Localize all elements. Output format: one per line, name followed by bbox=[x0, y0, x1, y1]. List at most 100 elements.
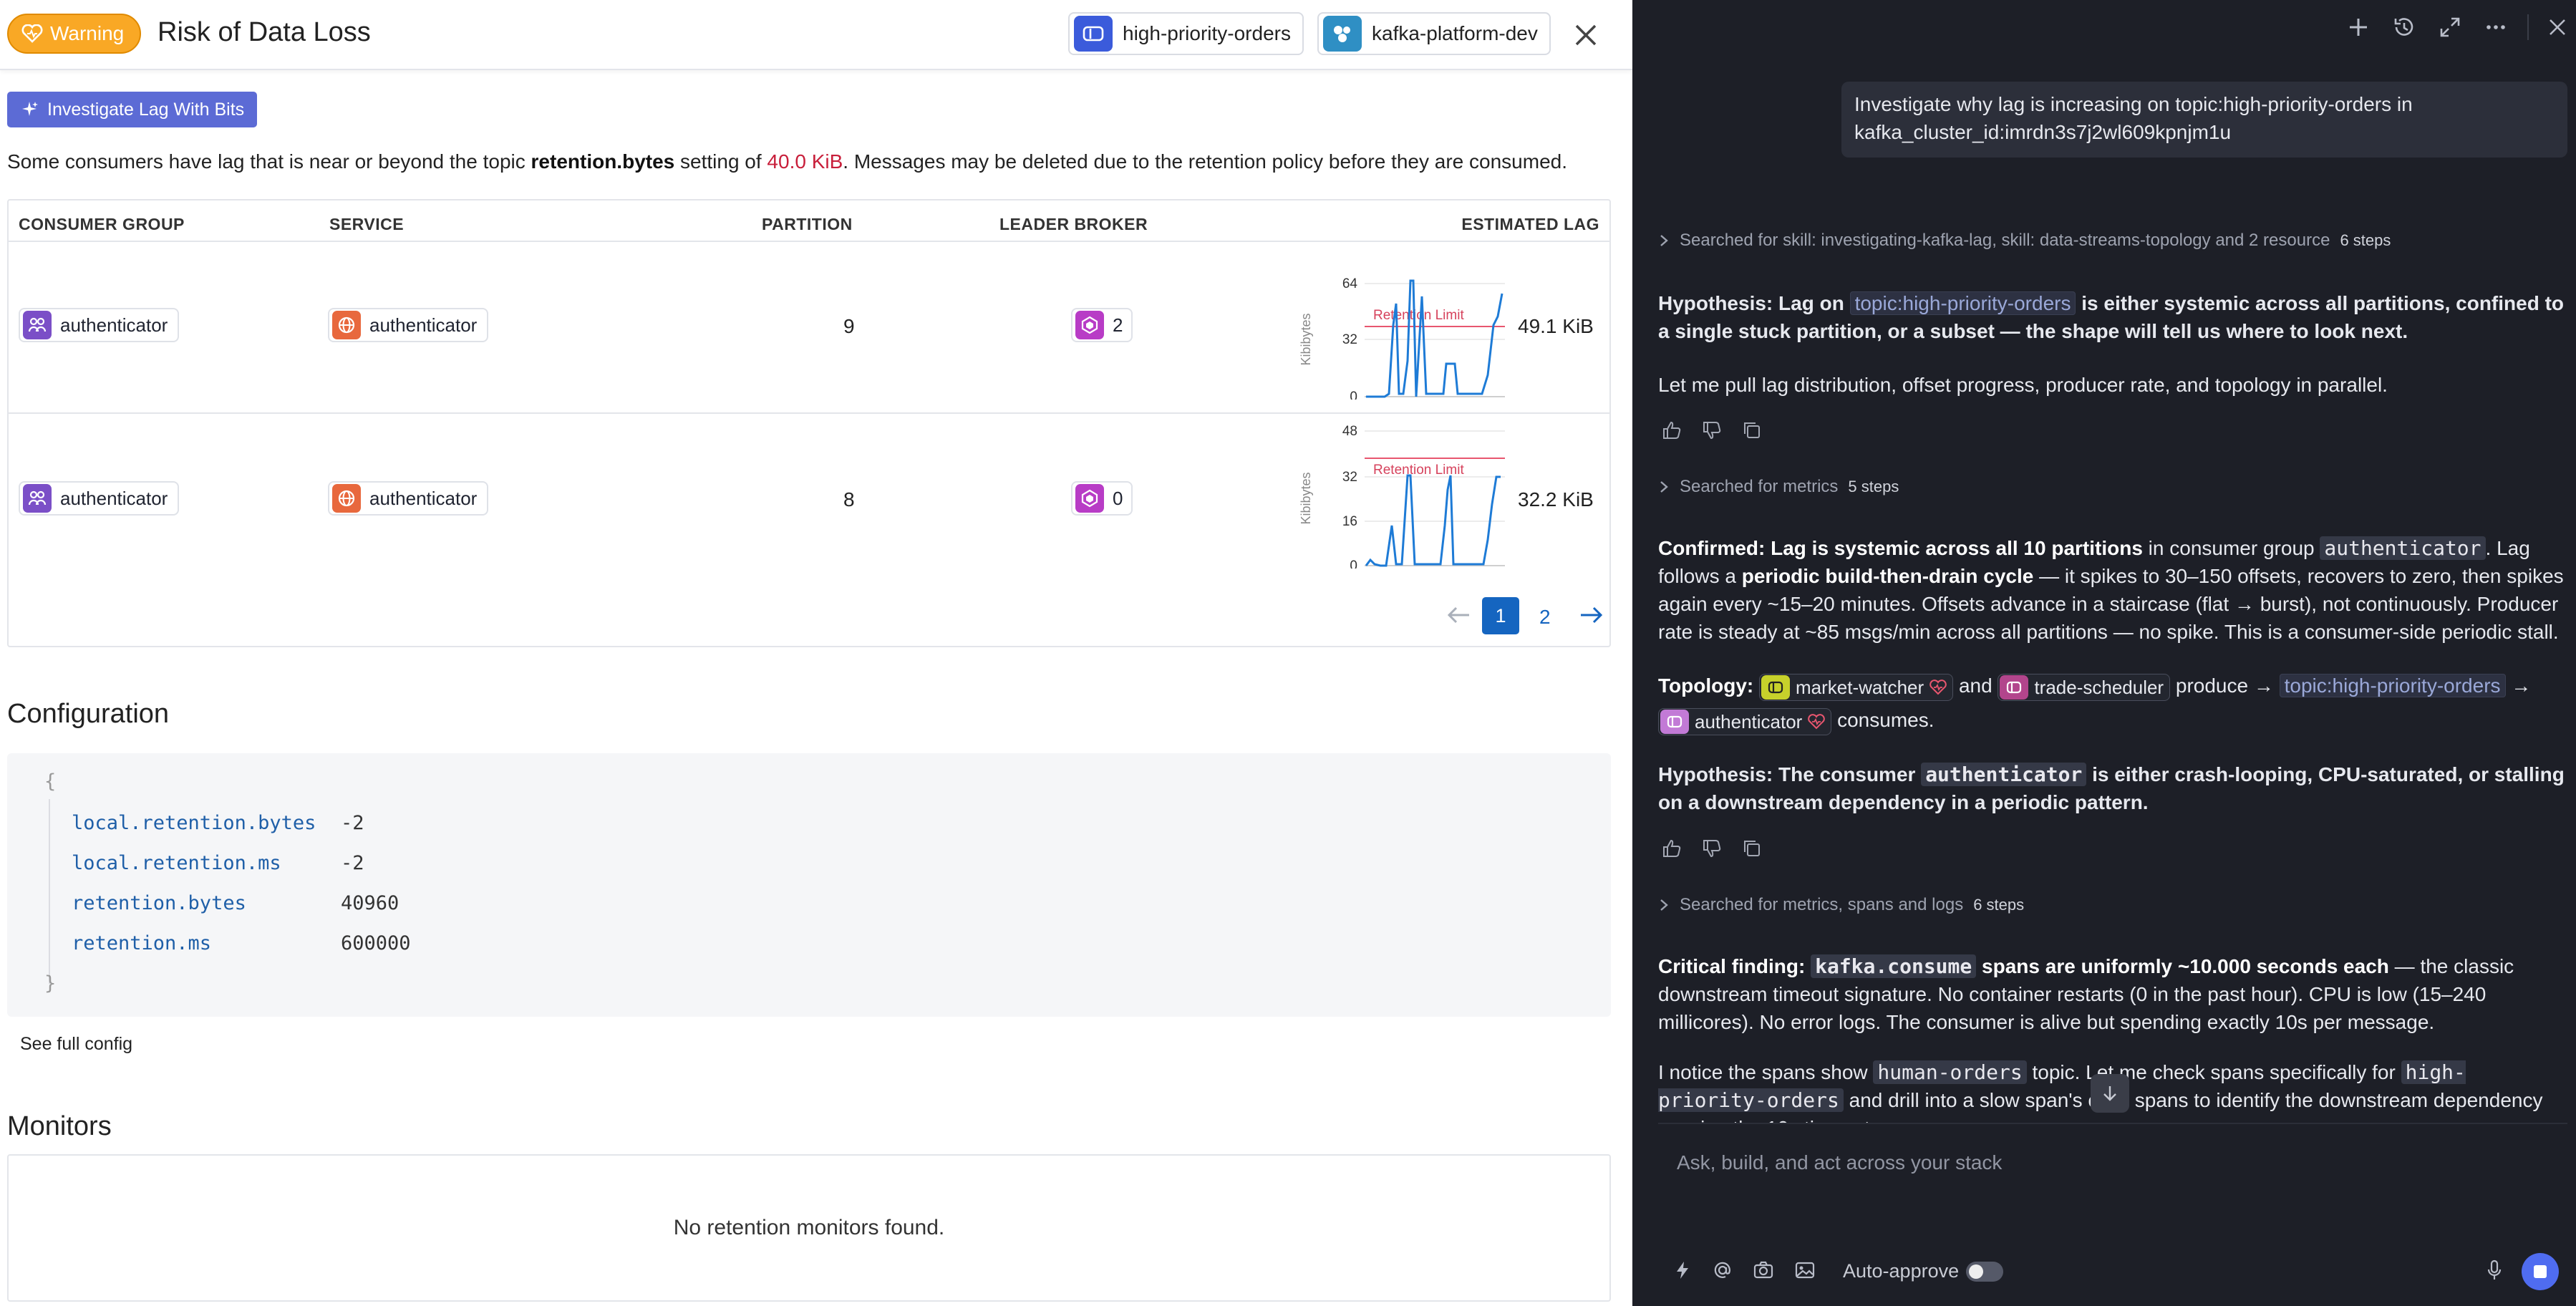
next-page-icon[interactable] bbox=[1578, 604, 1604, 626]
service-chip-label: trade-scheduler bbox=[2034, 676, 2164, 698]
service-name: authenticator bbox=[369, 314, 478, 336]
empty-message: No retention monitors found. bbox=[673, 1216, 945, 1239]
close-icon[interactable] bbox=[1568, 17, 1604, 53]
broker-pill[interactable]: 2 bbox=[1071, 308, 1133, 342]
close-panel-icon[interactable] bbox=[2543, 13, 2572, 42]
page-2-button[interactable]: 2 bbox=[1539, 606, 1551, 629]
config-open-brace: { bbox=[44, 770, 57, 793]
hypothesis-2: Hypothesis: The consumer authenticator i… bbox=[1658, 760, 2566, 816]
feedback-row bbox=[1661, 420, 1763, 441]
page-title: Risk of Data Loss bbox=[158, 17, 371, 47]
confirmed-finding: Confirmed: Lag is systemic across all 10… bbox=[1658, 534, 2566, 646]
col-leader-broker[interactable]: LEADER BROKER bbox=[999, 215, 1148, 234]
feedback-row bbox=[1661, 838, 1763, 859]
investigate-lag-button[interactable]: Investigate Lag With Bits bbox=[7, 92, 258, 127]
y-tick-label: 0 bbox=[1350, 390, 1357, 400]
new-chat-icon[interactable] bbox=[2344, 13, 2373, 42]
chevron-right-icon bbox=[1660, 481, 1668, 493]
stop-button[interactable] bbox=[2522, 1253, 2559, 1290]
history-icon[interactable] bbox=[2390, 13, 2418, 42]
config-value: -2 bbox=[341, 852, 364, 874]
toggle-knob bbox=[1969, 1264, 1983, 1279]
cluster-icon bbox=[1323, 16, 1362, 52]
notice-text: topic. Let me check spans specifically f… bbox=[2026, 1061, 2401, 1083]
chevron-right-icon bbox=[1660, 235, 1668, 246]
topic-tag[interactable]: topic:high-priority-orders bbox=[1849, 291, 2076, 315]
y-tick-label: 16 bbox=[1342, 514, 1357, 529]
col-consumer-group[interactable]: CONSUMER GROUP bbox=[19, 215, 185, 234]
step-count: 5 steps bbox=[1848, 478, 1899, 495]
y-tick-label: 64 bbox=[1342, 276, 1358, 291]
description: Some consumers have lag that is near or … bbox=[7, 150, 1567, 173]
prev-page-icon[interactable] bbox=[1446, 604, 1472, 626]
monitors-empty-state: No retention monitors found. bbox=[7, 1154, 1611, 1302]
globe-icon bbox=[332, 484, 361, 513]
consumer-group-name: authenticator bbox=[60, 487, 168, 509]
topic-chip-label: high-priority-orders bbox=[1123, 22, 1291, 44]
col-service[interactable]: SERVICE bbox=[329, 215, 404, 234]
broker-pill[interactable]: 0 bbox=[1071, 481, 1133, 516]
lag-series-line bbox=[1366, 279, 1504, 398]
thumbs-down-icon[interactable] bbox=[1701, 420, 1723, 441]
y-tick-label: 0 bbox=[1350, 558, 1357, 569]
consumer-group-name: authenticator bbox=[60, 314, 168, 336]
more-options-icon[interactable] bbox=[2481, 13, 2510, 42]
finding-bold: spans are uniformly ~10.000 seconds each bbox=[1976, 955, 2389, 977]
chat-input-area: Ask, build, and act across your stack Au… bbox=[1658, 1123, 2567, 1297]
cluster-chip-label: kafka-platform-dev bbox=[1372, 22, 1538, 44]
topic-chip[interactable]: high-priority-orders bbox=[1068, 12, 1304, 55]
warning-badge: Warning bbox=[7, 14, 142, 54]
consumer-group-pill[interactable]: authenticator bbox=[19, 308, 180, 342]
page-1-button[interactable]: 1 bbox=[1482, 597, 1519, 634]
service-pill[interactable]: authenticator bbox=[328, 308, 489, 342]
configuration-title: Configuration bbox=[7, 699, 170, 729]
step-summary[interactable]: Searched for metrics, spans and logs 6 st… bbox=[1658, 895, 2024, 915]
thumbs-up-icon[interactable] bbox=[1661, 420, 1682, 441]
broker-id: 2 bbox=[1113, 314, 1123, 336]
microphone-icon[interactable] bbox=[2484, 1259, 2504, 1282]
thumbs-down-icon[interactable] bbox=[1701, 838, 1723, 859]
config-value: 40960 bbox=[341, 892, 400, 914]
cluster-chip[interactable]: kafka-platform-dev bbox=[1317, 12, 1551, 55]
table-row[interactable]: authenticator authenticator 9 2 Kibibyte… bbox=[9, 241, 1609, 412]
inline-code: authenticator bbox=[1921, 763, 2087, 786]
col-partition[interactable]: PARTITION bbox=[762, 215, 853, 234]
scroll-down-button[interactable] bbox=[2091, 1074, 2129, 1113]
step-summary[interactable]: Searched for metrics 5 steps bbox=[1658, 477, 1899, 497]
service-chip[interactable]: authenticator bbox=[1658, 707, 1832, 735]
lag-sparkline: Kibibytes 64 32 0 Retention Limit bbox=[1299, 276, 1505, 400]
y-tick-label: 32 bbox=[1342, 332, 1357, 347]
table-row[interactable]: authenticator authenticator 8 0 Kibibyte… bbox=[9, 412, 1609, 584]
finding-text: in consumer group bbox=[2142, 537, 2320, 559]
topic-tag[interactable]: topic:high-priority-orders bbox=[2279, 674, 2506, 697]
step-summary[interactable]: Searched for skill: investigating-kafka-… bbox=[1658, 231, 2391, 251]
copy-icon[interactable] bbox=[1741, 420, 1763, 441]
topic-icon bbox=[1660, 709, 1689, 734]
image-icon[interactable] bbox=[1794, 1260, 1816, 1280]
camera-icon[interactable] bbox=[1753, 1260, 1774, 1280]
warning-heart-icon bbox=[21, 24, 43, 43]
service-pill[interactable]: authenticator bbox=[328, 481, 489, 516]
monitors-title: Monitors bbox=[7, 1111, 112, 1141]
topic-icon bbox=[1761, 674, 1790, 700]
broker-icon bbox=[1075, 484, 1104, 513]
lag-value: 49.1 KiB bbox=[1518, 315, 1594, 337]
users-icon bbox=[23, 484, 52, 513]
thumbs-up-icon[interactable] bbox=[1661, 838, 1682, 859]
auto-approve-toggle[interactable] bbox=[1966, 1262, 2003, 1282]
service-chip-label: market-watcher bbox=[1796, 676, 1924, 698]
step-count: 6 steps bbox=[1973, 896, 2025, 914]
desc-text: . Messages may be deleted due to the ret… bbox=[843, 150, 1567, 173]
col-estimated-lag[interactable]: ESTIMATED LAG bbox=[1461, 215, 1599, 234]
service-chip[interactable]: market-watcher bbox=[1759, 673, 1954, 701]
chat-input[interactable]: Ask, build, and act across your stack bbox=[1658, 1124, 2567, 1232]
service-chip[interactable]: trade-scheduler bbox=[1998, 673, 2171, 701]
consumer-group-pill[interactable]: authenticator bbox=[19, 481, 180, 516]
copy-icon[interactable] bbox=[1741, 838, 1763, 859]
expand-icon[interactable] bbox=[2436, 13, 2464, 42]
lightning-icon[interactable] bbox=[1672, 1260, 1693, 1280]
see-full-config-link[interactable]: See full config bbox=[20, 1034, 132, 1055]
topology-text: consumes. bbox=[1837, 709, 1935, 731]
investigate-label: Investigate Lag With Bits bbox=[47, 99, 245, 120]
mention-icon[interactable] bbox=[1713, 1260, 1733, 1280]
